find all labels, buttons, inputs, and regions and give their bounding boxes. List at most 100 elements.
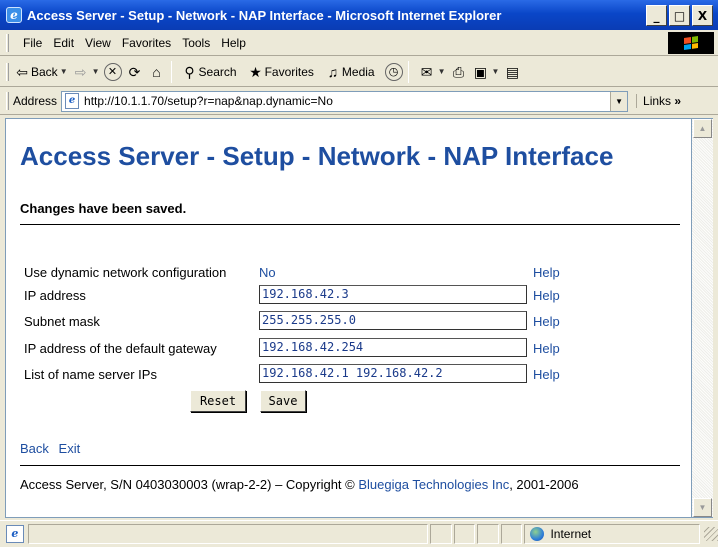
- divider-bottom: [20, 465, 680, 466]
- saved-message: Changes have been saved.: [20, 201, 187, 216]
- discuss-button[interactable]: ▤: [503, 63, 521, 81]
- print-icon: ⎙: [452, 63, 465, 80]
- ip-address-help-link[interactable]: Help: [533, 288, 560, 303]
- status-bar: e Internet: [0, 520, 718, 547]
- word-edit-icon: ▣: [473, 63, 488, 80]
- menu-view[interactable]: View: [85, 36, 111, 50]
- mail-icon: ✉: [420, 63, 433, 80]
- search-icon: ⚲: [184, 63, 195, 80]
- minimize-button[interactable]: _: [646, 5, 667, 26]
- dynamic-config-label: Use dynamic network configuration: [24, 265, 227, 280]
- zone-label: Internet: [550, 527, 592, 541]
- home-button[interactable]: ⌂: [148, 63, 166, 81]
- ie-icon: e: [6, 7, 22, 23]
- page-icon: e: [65, 93, 80, 109]
- address-url[interactable]: http://10.1.1.70/setup?r=nap&nap.dynamic…: [84, 94, 333, 108]
- back-arrow-icon: ⇦: [16, 63, 28, 80]
- save-button[interactable]: Save: [260, 390, 306, 412]
- bluegiga-link[interactable]: Bluegiga Technologies Inc: [358, 477, 509, 492]
- default-gateway-help-link[interactable]: Help: [533, 341, 560, 356]
- stop-button[interactable]: ✕: [103, 62, 122, 81]
- print-button[interactable]: ⎙: [450, 63, 468, 81]
- close-button[interactable]: X: [692, 5, 713, 26]
- history-icon: ◷: [384, 62, 403, 81]
- media-icon: ♫: [327, 63, 339, 80]
- globe-icon: [530, 527, 545, 541]
- address-grip[interactable]: [6, 92, 9, 110]
- toolbar-grip[interactable]: [6, 62, 9, 81]
- dynamic-config-value-link[interactable]: No: [259, 265, 276, 280]
- menu-file[interactable]: File: [23, 36, 42, 50]
- footer-years: , 2001-2006: [509, 477, 579, 492]
- subnet-mask-help-link[interactable]: Help: [533, 314, 560, 329]
- resize-grip-icon[interactable]: [704, 527, 718, 541]
- history-button[interactable]: ◷: [384, 62, 403, 81]
- address-dropdown-icon[interactable]: ▼: [610, 91, 628, 111]
- exit-link[interactable]: Exit: [59, 441, 81, 456]
- menu-tools[interactable]: Tools: [182, 36, 210, 50]
- links-label: Links: [643, 94, 672, 108]
- back-dropdown-icon[interactable]: ▼: [60, 67, 68, 76]
- status-cell-lock: [453, 524, 476, 544]
- ip-address-label: IP address: [24, 288, 86, 303]
- ip-address-field[interactable]: 192.168.42.3: [259, 285, 527, 304]
- maximize-button[interactable]: □: [669, 5, 690, 26]
- address-bar: Address e http://10.1.1.70/setup?r=nap&n…: [0, 88, 718, 115]
- status-cell-blank: [477, 524, 499, 544]
- scroll-down-icon[interactable]: ▼: [693, 498, 712, 517]
- page-status-icon: e: [6, 525, 24, 543]
- back-link[interactable]: Back: [20, 441, 49, 456]
- toolbar: ⇦ Back ▼ ⇨ ▼ ✕ ⟳ ⌂ ⚲ Search ★ Favorites …: [0, 57, 718, 87]
- menu-favorites[interactable]: Favorites: [122, 36, 171, 50]
- menu-grip[interactable]: [6, 33, 9, 52]
- forward-button[interactable]: ⇨ ▼: [72, 63, 100, 81]
- discuss-icon: ▤: [505, 63, 520, 80]
- menu-edit[interactable]: Edit: [53, 36, 74, 50]
- edit-button[interactable]: ▣ ▼: [472, 63, 500, 81]
- media-label: Media: [341, 64, 375, 79]
- favorites-icon: ★: [249, 63, 262, 80]
- page-title: Access Server - Setup - Network - NAP In…: [20, 141, 614, 171]
- default-gateway-field[interactable]: 192.168.42.254: [259, 338, 527, 357]
- media-button[interactable]: ♫ Media: [324, 63, 375, 81]
- search-button[interactable]: ⚲ Search: [181, 63, 237, 81]
- mail-dropdown-icon[interactable]: ▼: [438, 67, 446, 76]
- subnet-mask-label: Subnet mask: [24, 314, 100, 329]
- name-servers-field[interactable]: 192.168.42.1 192.168.42.2: [259, 364, 527, 383]
- menu-help[interactable]: Help: [221, 36, 246, 50]
- subnet-mask-field[interactable]: 255.255.255.0: [259, 311, 527, 330]
- forward-dropdown-icon[interactable]: ▼: [92, 67, 100, 76]
- name-servers-label: List of name server IPs: [24, 367, 157, 382]
- dynamic-config-help-link[interactable]: Help: [533, 265, 560, 280]
- status-text-area: [27, 524, 429, 544]
- security-zone[interactable]: Internet: [524, 524, 701, 544]
- stop-icon: ✕: [103, 62, 122, 81]
- mail-button[interactable]: ✉ ▼: [418, 63, 446, 81]
- refresh-icon: ⟳: [128, 63, 141, 80]
- name-servers-help-link[interactable]: Help: [533, 367, 560, 382]
- back-button[interactable]: ⇦ Back ▼: [13, 63, 68, 81]
- windows-logo-icon: [668, 32, 714, 54]
- default-gateway-label: IP address of the default gateway: [24, 341, 217, 356]
- scroll-up-icon[interactable]: ▲: [693, 119, 712, 138]
- address-label: Address: [13, 94, 58, 108]
- toolbar-separator: [407, 60, 409, 83]
- row-dynamic-config: Use dynamic network configuration No Hel…: [24, 262, 584, 284]
- title-bar[interactable]: e Access Server - Setup - Network - NAP …: [0, 0, 718, 30]
- toolbar-separator: [170, 60, 172, 83]
- address-input[interactable]: e http://10.1.1.70/setup?r=nap&nap.dynam…: [61, 90, 629, 112]
- vertical-scrollbar[interactable]: ▲ ▼: [692, 118, 713, 518]
- refresh-button[interactable]: ⟳: [126, 63, 144, 81]
- window-controls: _ □ X: [646, 5, 713, 26]
- bottom-nav: Back Exit: [20, 441, 86, 456]
- footer: Access Server, S/N 0403030003 (wrap-2-2)…: [20, 477, 579, 492]
- row-ip-address: IP address 192.168.42.3 Help: [24, 285, 584, 307]
- favorites-button[interactable]: ★ Favorites: [247, 63, 314, 81]
- menu-bar: File Edit View Favorites Tools Help: [0, 30, 718, 56]
- search-label: Search: [198, 64, 237, 79]
- links-button[interactable]: Links »: [636, 94, 681, 108]
- window-title: Access Server - Setup - Network - NAP In…: [27, 7, 502, 23]
- favorites-label: Favorites: [264, 64, 314, 79]
- reset-button[interactable]: Reset: [190, 390, 246, 412]
- edit-dropdown-icon[interactable]: ▼: [492, 67, 500, 76]
